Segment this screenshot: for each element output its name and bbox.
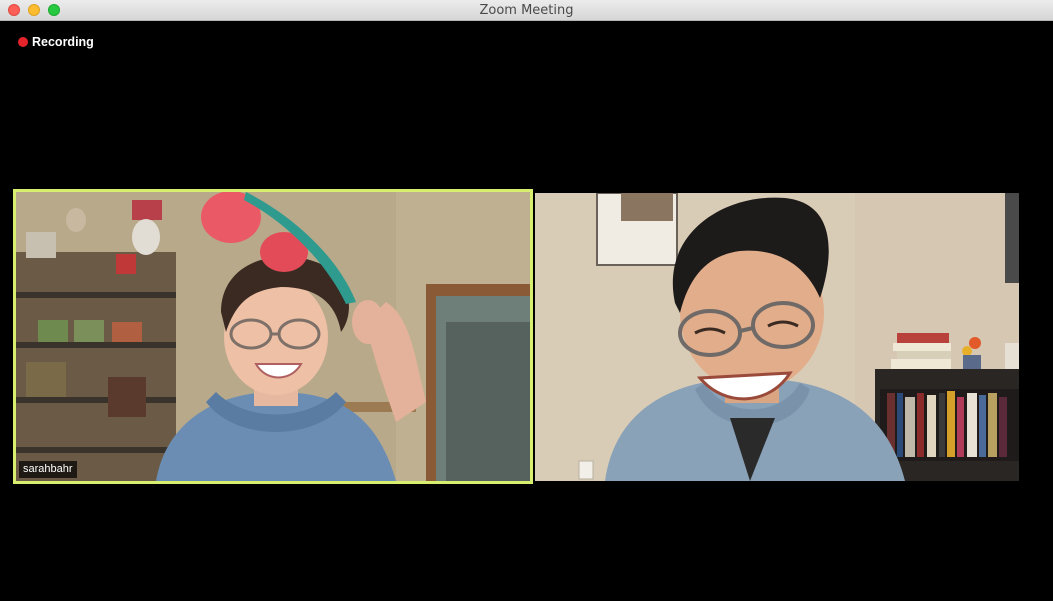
participant-name-tag: sarahbahr <box>19 461 77 478</box>
participant-video-feed <box>535 193 1019 481</box>
participant-video-tile[interactable] <box>535 193 1019 481</box>
title-bar[interactable]: Zoom Meeting <box>0 0 1053 21</box>
participant-video-tile-sarahbahr[interactable]: sarahbahr <box>13 189 533 484</box>
participant-video-feed <box>16 192 530 481</box>
recording-label: Recording <box>32 35 94 49</box>
window-title: Zoom Meeting <box>479 3 574 18</box>
recording-dot-icon <box>18 37 28 47</box>
recording-indicator: Recording <box>18 35 94 49</box>
zoom-window: Zoom Meeting Recording sarahbahr <box>0 0 1053 601</box>
